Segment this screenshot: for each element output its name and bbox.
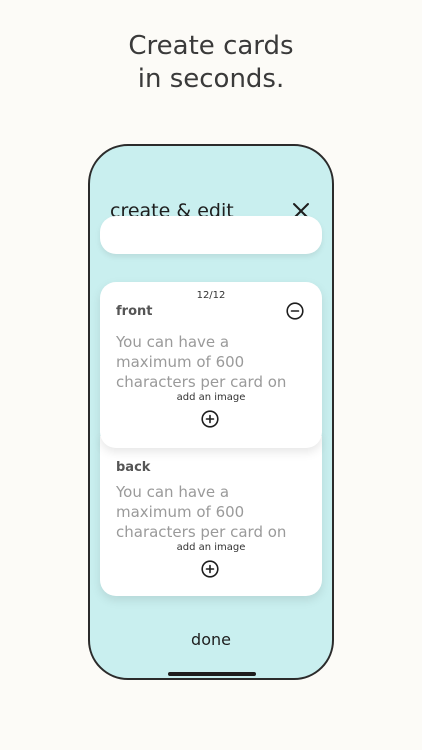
plus-circle-icon bbox=[201, 560, 219, 578]
front-add-image-button[interactable] bbox=[201, 410, 219, 428]
back-text-input[interactable]: You can have a maximum of 600 characters… bbox=[116, 482, 296, 542]
back-add-image-label: add an image bbox=[176, 542, 246, 553]
promo-headline: Create cards in seconds. bbox=[0, 30, 422, 96]
back-label: back bbox=[116, 460, 151, 475]
remove-card-button[interactable] bbox=[286, 302, 304, 320]
promo-line-1: Create cards bbox=[128, 31, 294, 61]
promo-line-2: in seconds. bbox=[137, 64, 285, 94]
card-front[interactable]: 12/12 front You can have a maximum of 60… bbox=[100, 282, 322, 448]
front-text-input[interactable]: You can have a maximum of 600 characters… bbox=[116, 332, 296, 392]
previous-card[interactable] bbox=[100, 216, 322, 254]
home-indicator[interactable] bbox=[168, 672, 256, 676]
phone-frame: create & edit 12/12 front You can have a… bbox=[88, 144, 334, 680]
card-counter: 12/12 bbox=[196, 290, 226, 301]
done-button[interactable]: done bbox=[90, 630, 332, 649]
plus-circle-icon bbox=[201, 410, 219, 428]
back-add-image-button[interactable] bbox=[201, 560, 219, 578]
front-label: front bbox=[116, 304, 153, 319]
minus-circle-icon bbox=[286, 302, 304, 320]
front-add-image-label: add an image bbox=[176, 392, 246, 403]
card-back[interactable]: back You can have a maximum of 600 chara… bbox=[100, 436, 322, 596]
